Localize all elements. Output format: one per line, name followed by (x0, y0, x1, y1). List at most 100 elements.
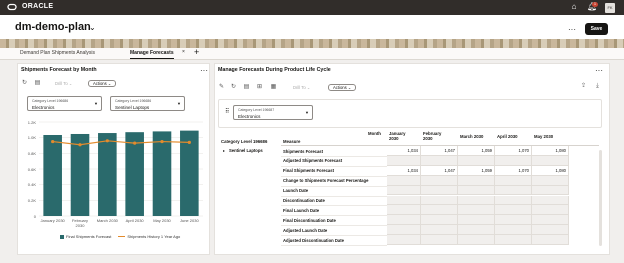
grid-cell[interactable] (421, 185, 458, 196)
grid-cell[interactable] (532, 155, 569, 166)
grid-cell[interactable]: 1,034 (387, 146, 421, 156)
right-panel-more-icon[interactable]: ··· (595, 67, 603, 75)
grid-cell[interactable] (421, 205, 458, 216)
grid-cell[interactable] (387, 235, 421, 245)
close-tab-icon[interactable]: × (182, 49, 185, 55)
y-tick-label: 1.0K (27, 135, 36, 141)
expand-icon[interactable]: ▸ (223, 148, 225, 153)
grid-cell[interactable] (495, 155, 532, 166)
actions-label: Actions (93, 81, 107, 86)
download-icon[interactable]: ⤓ (594, 83, 601, 90)
adjust-icon[interactable]: ⊞ (256, 84, 263, 91)
grid-cell[interactable]: 1,080 (532, 165, 569, 176)
grid-cell[interactable]: 1,059 (458, 165, 495, 176)
x-tick-label: January 2030 (40, 218, 66, 223)
grid-cell[interactable] (387, 175, 421, 186)
grid-cell[interactable]: 1,034 (387, 165, 421, 176)
add-tab-icon[interactable]: + (194, 47, 199, 57)
row-divider (281, 175, 387, 177)
grid-cell[interactable] (387, 155, 421, 166)
grid-cell[interactable] (495, 205, 532, 216)
category-selector-3[interactable]: Category Level 196687 Electronics ▼ (233, 105, 313, 120)
row-divider (281, 245, 387, 246)
grid-cell[interactable] (458, 205, 495, 216)
row-divider (281, 165, 387, 167)
category-selector-1[interactable]: Category Level 196686 Electronics ▼ (27, 96, 102, 111)
row-divider (281, 225, 387, 227)
row-divider (281, 215, 387, 217)
tab-manage-forecasts[interactable]: Manage Forecasts (130, 50, 174, 59)
grid-cell[interactable] (458, 155, 495, 166)
selector-value: Electronics (32, 105, 55, 110)
grid-cell[interactable]: 1,080 (532, 146, 569, 156)
grid-cell[interactable] (421, 215, 458, 226)
drill-to-button[interactable]: Drill To ⌄ (293, 84, 310, 91)
grid-cell[interactable] (458, 235, 495, 245)
tab-demand-plan-shipments-analysis[interactable]: Demand Plan Shipments Analysis (20, 50, 95, 56)
more-options-icon[interactable]: ··· (568, 26, 576, 34)
grid-cell[interactable] (495, 175, 532, 186)
grid-cell[interactable] (387, 195, 421, 206)
grid-cell[interactable]: 1,070 (495, 146, 532, 156)
grid-cell[interactable] (495, 225, 532, 236)
grid-cell[interactable]: 1,047 (421, 165, 458, 176)
grid-cell[interactable] (421, 225, 458, 236)
tab-label: Manage Forecasts (130, 50, 174, 56)
grid-cell[interactable] (532, 195, 569, 206)
grid-cell[interactable] (387, 205, 421, 216)
grid-cell[interactable] (458, 225, 495, 236)
category-selector-2[interactable]: Category Level 196686 Sentinel Laptops ▼ (110, 96, 185, 111)
grid-cell[interactable] (532, 215, 569, 226)
left-panel-more-icon[interactable]: ··· (200, 67, 208, 75)
legend-item: Final Shipments Forecast (66, 234, 112, 239)
chevron-down-icon[interactable]: ⌄ (89, 23, 96, 32)
grid-cell[interactable] (495, 235, 532, 245)
bar (125, 132, 144, 216)
bar (43, 135, 62, 216)
grid-cell[interactable]: 1,047 (421, 146, 458, 156)
calculator-icon[interactable]: ▦ (270, 84, 277, 91)
month-header: May 2030 (534, 134, 553, 139)
grid-cell[interactable] (532, 205, 569, 216)
drill-to-button[interactable]: Drill To ⌄ (55, 80, 72, 87)
actions-button[interactable]: Actions ⌄ (328, 84, 357, 91)
measure-label: Adjusted Launch Date (283, 227, 328, 233)
vertical-scrollbar[interactable] (599, 150, 602, 246)
grid-cell[interactable] (387, 225, 421, 236)
view-icon[interactable]: ▤ (243, 84, 250, 91)
grid-cell[interactable] (532, 175, 569, 186)
actions-button[interactable]: Actions ⌄ (88, 80, 117, 87)
grid-cell[interactable] (421, 195, 458, 206)
x-tick-line: May 2030 (153, 218, 171, 223)
grid-cell[interactable] (421, 155, 458, 166)
drag-handle-icon[interactable]: ⠿ (225, 108, 229, 115)
home-icon[interactable]: ⌂ (569, 2, 579, 12)
grid-cell[interactable] (495, 215, 532, 226)
grid-cell[interactable] (458, 215, 495, 226)
grid-cell[interactable] (495, 195, 532, 206)
grid-cell[interactable]: 1,059 (458, 146, 495, 156)
refresh-icon[interactable]: ↻ (230, 84, 237, 91)
grid-cell[interactable] (387, 185, 421, 196)
grid-cell[interactable] (458, 175, 495, 186)
grid-cell[interactable] (458, 185, 495, 196)
share-icon[interactable]: ⇪ (580, 83, 587, 90)
grid-cell[interactable] (532, 225, 569, 236)
view-icon[interactable]: ▤ (34, 80, 41, 87)
dropdown-arrow-icon: ▼ (94, 101, 98, 106)
grid-cell[interactable] (495, 185, 532, 196)
grid-cell[interactable] (532, 235, 569, 245)
month-header: January 2030 (389, 131, 405, 141)
avatar[interactable]: FK (605, 3, 615, 13)
grid-cell[interactable]: 1,070 (495, 165, 532, 176)
grid-cell[interactable] (458, 195, 495, 206)
grid-cell[interactable] (421, 175, 458, 186)
grid-cell[interactable] (421, 235, 458, 245)
page-title: dm-demo-plan (15, 21, 91, 33)
grid-cell[interactable] (387, 215, 421, 226)
y-tick-label: 0.2K (27, 197, 36, 203)
save-button[interactable]: Save (585, 23, 608, 35)
edit-icon[interactable]: ✎ (218, 84, 225, 91)
grid-cell[interactable] (532, 185, 569, 196)
refresh-icon[interactable]: ↻ (21, 80, 28, 87)
